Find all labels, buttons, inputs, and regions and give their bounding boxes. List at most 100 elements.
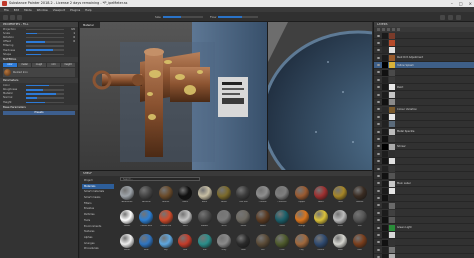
- visibility-eye-icon[interactable]: [377, 204, 380, 207]
- property-slider[interactable]: [26, 45, 64, 47]
- visibility-eye-icon[interactable]: [377, 145, 380, 148]
- close-icon[interactable]: ×: [469, 0, 472, 7]
- shelf-material[interactable]: Artificial: [137, 185, 155, 209]
- shelf-material[interactable]: Aluminium: [118, 185, 136, 209]
- tab-metal[interactable]: metal: [17, 63, 32, 68]
- visibility-eye-icon[interactable]: [377, 41, 380, 44]
- paint-tool-icon[interactable]: [3, 15, 8, 20]
- property-slider[interactable]: [26, 101, 64, 104]
- visibility-eye-icon[interactable]: [377, 167, 380, 170]
- shelf-material[interactable]: Steel: [215, 209, 233, 233]
- shelf-material[interactable]: Black: [176, 185, 194, 209]
- shelf-material[interactable]: Red: [176, 233, 194, 257]
- menu-item-mode[interactable]: Mode: [24, 8, 32, 12]
- property-row[interactable]: Height: [0, 100, 78, 104]
- visibility-eye-icon[interactable]: [377, 108, 380, 111]
- shelf-material[interactable]: Fabric: [312, 185, 330, 209]
- shelf-material[interactable]: White: [118, 233, 136, 257]
- material-section-header[interactable]: MATERIAL: [0, 57, 78, 63]
- shelf-material[interactable]: Paint: [176, 209, 194, 233]
- visibility-eye-icon[interactable]: [377, 189, 380, 192]
- shelf-material[interactable]: Grey: [215, 233, 233, 257]
- layer-row[interactable]: Colour Variation: [374, 106, 474, 114]
- visibility-eye-icon[interactable]: [377, 137, 380, 140]
- shelf-material[interactable]: Plastic red: [157, 209, 175, 233]
- shelf-material[interactable]: Yellow: [312, 209, 330, 233]
- shelf-material[interactable]: Denim: [312, 233, 330, 257]
- viewport-3d[interactable]: Material: [80, 22, 267, 170]
- add-layer-icon[interactable]: [377, 28, 380, 31]
- shelf-material[interactable]: Iron: [351, 209, 369, 233]
- shelf-search-input[interactable]: Search...: [120, 177, 200, 181]
- menu-item-viewport[interactable]: Viewport: [53, 8, 65, 12]
- flow-slider[interactable]: [218, 16, 258, 18]
- shelf-material[interactable]: Concrete: [273, 185, 291, 209]
- layer-row[interactable]: [374, 165, 474, 173]
- shelf-material[interactable]: Wood: [254, 209, 272, 233]
- menu-item-help[interactable]: Help: [85, 8, 91, 12]
- shelf-material[interactable]: Bone: [196, 185, 214, 209]
- property-row[interactable]: Shape: [0, 52, 78, 56]
- visibility-eye-icon[interactable]: [377, 211, 380, 214]
- tab-rough[interactable]: rough: [32, 63, 46, 68]
- material-preview[interactable]: Rusted Iron: [3, 68, 75, 78]
- property-slider[interactable]: [26, 41, 64, 43]
- shelf-material[interactable]: Clay: [293, 233, 311, 257]
- visibility-eye-icon[interactable]: [377, 86, 380, 89]
- property-slider[interactable]: [26, 93, 64, 95]
- layer-row[interactable]: [374, 32, 474, 40]
- layer-row[interactable]: [374, 239, 474, 247]
- property-slider[interactable]: [26, 53, 64, 56]
- shelf-material[interactable]: Orange: [293, 209, 311, 233]
- menu-item-window[interactable]: Window: [37, 8, 48, 12]
- shelf-material[interactable]: Sky: [157, 233, 175, 257]
- layer-row[interactable]: Green Light: [374, 224, 474, 232]
- shelf-material[interactable]: Copper: [293, 185, 311, 209]
- shelf-material[interactable]: Pearl: [331, 233, 349, 257]
- shelf-category[interactable]: Procedurals: [82, 246, 114, 252]
- visibility-eye-icon[interactable]: [377, 56, 380, 59]
- visibility-eye-icon[interactable]: [377, 241, 380, 244]
- shelf-material[interactable]: Teal: [196, 233, 214, 257]
- layer-row[interactable]: [374, 121, 474, 129]
- camera-icon[interactable]: [448, 15, 453, 20]
- add-fill-icon[interactable]: [382, 28, 385, 31]
- eraser-tool-icon[interactable]: [10, 15, 15, 20]
- visibility-eye-icon[interactable]: [377, 130, 380, 133]
- presets-button[interactable]: Presets: [3, 111, 75, 116]
- layer-row[interactable]: [374, 76, 474, 84]
- shelf-material[interactable]: Dirt: [254, 233, 272, 257]
- layer-row[interactable]: [374, 246, 474, 254]
- layer-row[interactable]: [374, 150, 474, 158]
- layer-row[interactable]: [374, 91, 474, 99]
- layer-row[interactable]: Rust Dirt Adjustment: [374, 54, 474, 62]
- property-slider[interactable]: [26, 97, 64, 99]
- add-mask-icon[interactable]: [387, 28, 390, 31]
- shelf-material[interactable]: Plastic: [118, 209, 136, 233]
- visibility-eye-icon[interactable]: [377, 115, 380, 118]
- add-folder-icon[interactable]: [392, 28, 395, 31]
- menu-item-plugins[interactable]: Plugins: [70, 8, 80, 12]
- layer-row[interactable]: [374, 47, 474, 55]
- shelf-material[interactable]: Blue: [137, 233, 155, 257]
- property-slider[interactable]: [26, 84, 64, 87]
- delete-layer-icon[interactable]: [397, 28, 400, 31]
- minimize-icon[interactable]: –: [451, 0, 453, 7]
- layer-row[interactable]: Yellow Splash: [374, 61, 474, 69]
- menu-item-edit[interactable]: Edit: [14, 8, 19, 12]
- visibility-eye-icon[interactable]: [377, 248, 380, 251]
- shelf-material[interactable]: Gold: [331, 185, 349, 209]
- shelf-material[interactable]: Dark: [234, 233, 252, 257]
- layer-row[interactable]: [374, 113, 474, 121]
- shelf-material[interactable]: Rubber: [196, 209, 214, 233]
- visibility-eye-icon[interactable]: [377, 123, 380, 126]
- layer-row[interactable]: [374, 172, 474, 180]
- shelf-material[interactable]: Silver: [331, 209, 349, 233]
- layer-row[interactable]: [374, 202, 474, 210]
- property-slider[interactable]: [26, 49, 64, 51]
- layer-row[interactable]: [374, 187, 474, 195]
- shelf-material[interactable]: Bronze: [157, 185, 175, 209]
- visibility-eye-icon[interactable]: [377, 219, 380, 222]
- layer-row[interactable]: Paint: [374, 84, 474, 92]
- shelf-material[interactable]: Plastic blue: [137, 209, 155, 233]
